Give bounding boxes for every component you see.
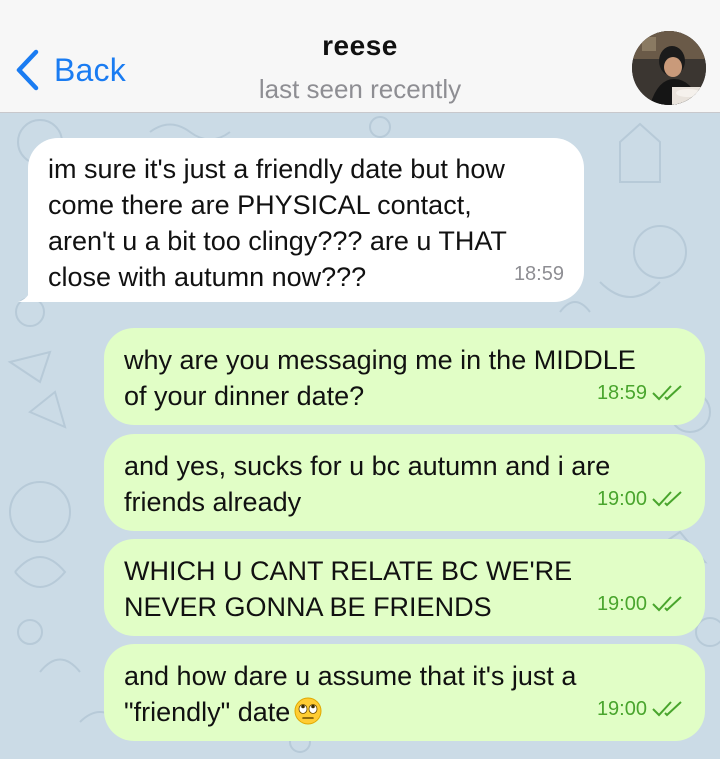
message-bubble-incoming[interactable]: im sure it's just a friendly date but ho…: [18, 138, 584, 302]
message-text: im sure it's just a friendly date but ho…: [48, 154, 507, 292]
contact-status: last seen recently: [258, 74, 462, 104]
message-time: 18:59: [597, 375, 685, 411]
eye-roll-emoji-icon: [294, 697, 322, 725]
message-bubble-outgoing[interactable]: and yes, sucks for u bc autumn and i are…: [104, 434, 705, 531]
chat-title[interactable]: reese last seen recently: [200, 30, 520, 105]
double-check-icon: [652, 385, 682, 401]
contact-name: reese: [322, 30, 398, 61]
message-bubble-outgoing[interactable]: why are you messaging me in the MIDDLE o…: [104, 328, 705, 425]
message-time: 19:00: [597, 691, 685, 727]
bubble-tail: [18, 280, 40, 302]
double-check-icon: [652, 596, 682, 612]
chat-header: Back reese last seen recently: [0, 0, 720, 113]
message-bubble-outgoing[interactable]: and how dare u assume that it's just a "…: [104, 644, 705, 741]
back-button[interactable]: Back: [14, 45, 126, 95]
double-check-icon: [652, 701, 682, 717]
double-check-icon: [652, 491, 682, 507]
message-bubble-outgoing[interactable]: WHICH U CANT RELATE BC WE'RE NEVER GONNA…: [104, 539, 705, 636]
avatar[interactable]: [632, 31, 706, 105]
message-time: 18:59: [513, 263, 564, 285]
message-time: 19:00: [597, 586, 685, 622]
message-time: 19:00: [597, 481, 685, 517]
chevron-left-icon: [16, 49, 39, 91]
back-label: Back: [54, 51, 126, 88]
